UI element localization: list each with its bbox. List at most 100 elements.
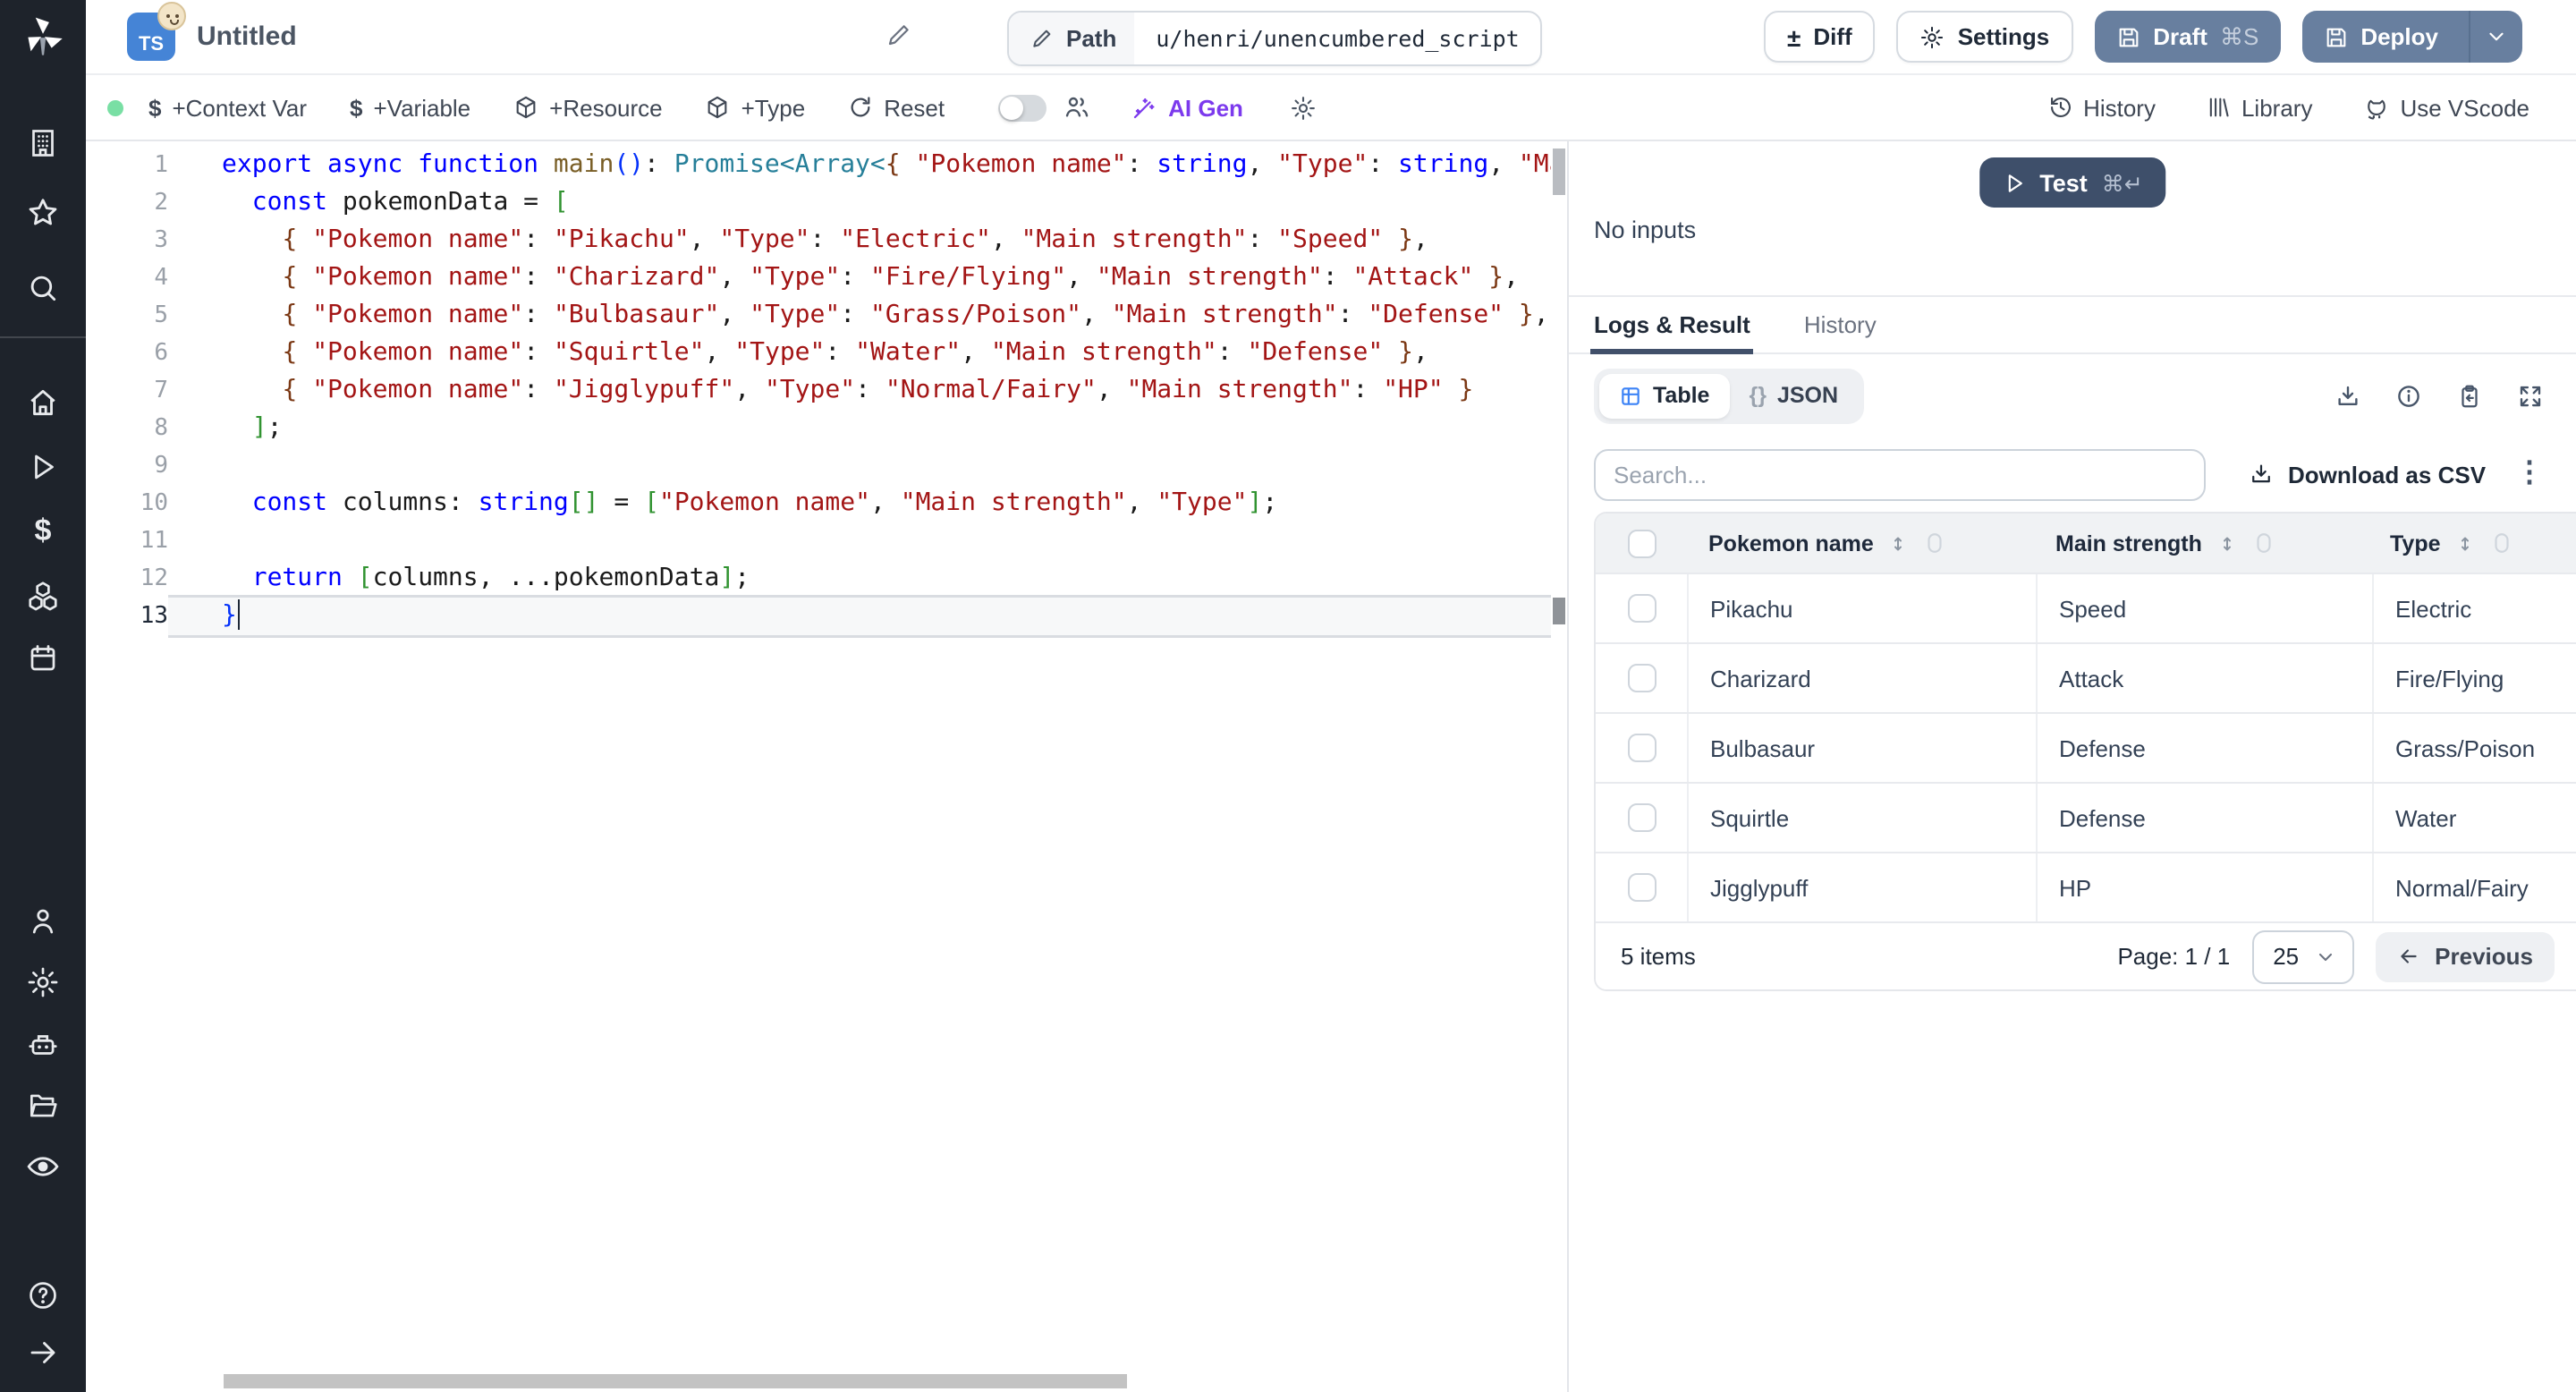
- editor-hscrollbar-thumb[interactable]: [224, 1374, 1127, 1388]
- table-search-row: Download as CSV ⋮: [1569, 437, 2576, 512]
- column-pill-icon[interactable]: [2252, 530, 2275, 556]
- home-icon[interactable]: [26, 386, 60, 420]
- expand-fullscreen-icon[interactable]: [2517, 382, 2544, 409]
- audit-eye-icon[interactable]: [25, 1149, 61, 1184]
- code-line[interactable]: 1 export async function main(): Promise<A…: [86, 147, 1551, 184]
- code-line[interactable]: 13}: [86, 598, 1551, 635]
- reset-button[interactable]: Reset: [848, 94, 945, 121]
- favorites-star-icon[interactable]: [26, 196, 60, 230]
- view-json-option[interactable]: {} JSON: [1729, 373, 1858, 418]
- code-line[interactable]: 12 return [columns, ...pokemonData];: [86, 560, 1551, 598]
- sort-icon[interactable]: [1888, 532, 1910, 554]
- multiplayer-toggle[interactable]: [998, 94, 1047, 121]
- column-pill-icon[interactable]: [1924, 530, 1947, 556]
- add-resource-button[interactable]: +Resource: [513, 94, 663, 121]
- edit-title-pencil-icon[interactable]: [886, 21, 912, 48]
- copy-clipboard-icon[interactable]: [2456, 382, 2483, 409]
- table-menu-kebab-icon[interactable]: ⋮: [2515, 459, 2544, 488]
- chevron-down-icon: [2319, 952, 2333, 961]
- code-line[interactable]: 5 { "Pokemon name": "Bulbasaur", "Type":…: [86, 297, 1551, 335]
- draft-button[interactable]: Draft ⌘S: [2094, 11, 2281, 63]
- schedules-calendar-icon[interactable]: [27, 642, 59, 675]
- diff-button[interactable]: ± Diff: [1763, 11, 1876, 63]
- path-field[interactable]: Path u/henri/unencumbered_script: [1007, 11, 1543, 66]
- add-variable-button[interactable]: $ +Variable: [350, 94, 470, 121]
- run-result-panel: Test ⌘↵ No inputs Logs & Result History …: [1567, 141, 2576, 1392]
- download-result-icon[interactable]: [2334, 382, 2361, 409]
- users-icon: [1063, 93, 1091, 122]
- editor-vscrollbar-thumb[interactable]: [1553, 149, 1565, 195]
- help-icon[interactable]: [26, 1278, 60, 1312]
- code-text: }: [168, 598, 1551, 635]
- search-icon[interactable]: [26, 271, 60, 305]
- line-number: 13: [140, 603, 168, 630]
- download-csv-label: Download as CSV: [2288, 461, 2487, 488]
- table-row[interactable]: Jigglypuff HP Normal/Fairy: [1596, 852, 2576, 921]
- variables-dollar-icon[interactable]: $: [35, 514, 52, 549]
- code-line[interactable]: 11: [86, 522, 1551, 560]
- code-text: { "Pokemon name": "Pikachu", "Type": "El…: [282, 225, 1428, 254]
- resource-label: +Resource: [549, 94, 663, 121]
- deploy-dropdown[interactable]: [2469, 11, 2522, 63]
- sort-icon[interactable]: [2455, 532, 2477, 554]
- expand-arrow-icon[interactable]: [27, 1337, 59, 1369]
- column-pill-icon[interactable]: [2491, 530, 2514, 556]
- add-type-button[interactable]: +Type: [706, 94, 805, 121]
- library-button[interactable]: Library: [2206, 94, 2312, 121]
- runs-play-icon[interactable]: [27, 451, 59, 483]
- code-line[interactable]: 10 const columns: string[] = ["Pokemon n…: [86, 485, 1551, 522]
- table-row[interactable]: Squirtle Defense Water: [1596, 782, 2576, 852]
- row-checkbox[interactable]: [1627, 664, 1656, 692]
- row-checkbox[interactable]: [1627, 594, 1656, 623]
- ai-gen-button[interactable]: AI Gen: [1131, 94, 1243, 121]
- history-button[interactable]: History: [2047, 94, 2156, 121]
- table-row[interactable]: Charizard Attack Fire/Flying: [1596, 642, 2576, 712]
- info-icon[interactable]: [2395, 382, 2422, 409]
- download-csv-button[interactable]: Download as CSV: [2249, 461, 2486, 488]
- code-line[interactable]: 4 { "Pokemon name": "Charizard", "Type":…: [86, 259, 1551, 297]
- tab-history[interactable]: History: [1804, 297, 1877, 352]
- row-checkbox[interactable]: [1627, 734, 1656, 762]
- code-line[interactable]: 8 ];: [86, 410, 1551, 447]
- column-label: Type: [2390, 530, 2441, 556]
- table-cell: Pikachu: [1687, 574, 2036, 642]
- code-line[interactable]: 9: [86, 447, 1551, 485]
- test-button[interactable]: Test ⌘↵: [1979, 157, 2166, 208]
- editor-settings-gear-icon[interactable]: [1290, 94, 1317, 121]
- windmill-logo[interactable]: [20, 13, 66, 59]
- page-size-select[interactable]: 25: [2251, 929, 2355, 983]
- code-line[interactable]: 2 const pokemonData = [: [86, 184, 1551, 222]
- deploy-button[interactable]: Deploy: [2301, 11, 2522, 63]
- row-checkbox[interactable]: [1627, 873, 1656, 902]
- table-row[interactable]: Bulbasaur Defense Grass/Poison: [1596, 712, 2576, 782]
- user-icon[interactable]: [27, 905, 59, 938]
- folders-icon[interactable]: [26, 1089, 60, 1123]
- column-label: Main strength: [2055, 530, 2202, 556]
- test-shortcut: ⌘↵: [2101, 171, 2143, 196]
- item-count: 5 items: [1621, 943, 1696, 970]
- resources-cubes-icon[interactable]: [26, 579, 60, 613]
- code-line[interactable]: 6 { "Pokemon name": "Squirtle", "Type": …: [86, 335, 1551, 372]
- select-all-checkbox[interactable]: [1627, 529, 1656, 557]
- previous-page-button[interactable]: Previous: [2376, 931, 2555, 981]
- use-vscode-button[interactable]: Use VScode: [2362, 94, 2529, 121]
- line-number: 4: [154, 265, 168, 292]
- search-input[interactable]: [1594, 448, 2206, 500]
- workspace-icon[interactable]: [27, 127, 59, 159]
- row-checkbox[interactable]: [1627, 803, 1656, 832]
- bun-runtime-icon: [157, 2, 186, 30]
- settings-button[interactable]: Settings: [1896, 11, 2073, 63]
- arrow-left-icon: [2401, 949, 2417, 963]
- add-context-var-button[interactable]: $ +Context Var: [148, 94, 307, 121]
- settings-gear-icon[interactable]: [26, 965, 60, 999]
- table-row[interactable]: Pikachu Speed Electric: [1596, 573, 2576, 642]
- tab-logs-result[interactable]: Logs & Result: [1589, 297, 1755, 354]
- code-line[interactable]: 7 { "Pokemon name": "Jigglypuff", "Type"…: [86, 372, 1551, 410]
- sort-icon[interactable]: [2216, 532, 2238, 554]
- workers-robot-icon[interactable]: [26, 1028, 60, 1062]
- view-table-option[interactable]: Table: [1599, 373, 1730, 418]
- script-title: Untitled: [197, 21, 297, 52]
- view-json-label: JSON: [1776, 383, 1839, 408]
- code-line[interactable]: 3 { "Pokemon name": "Pikachu", "Type": "…: [86, 222, 1551, 259]
- code-editor[interactable]: 1 export async function main(): Promise<A…: [86, 141, 1567, 1392]
